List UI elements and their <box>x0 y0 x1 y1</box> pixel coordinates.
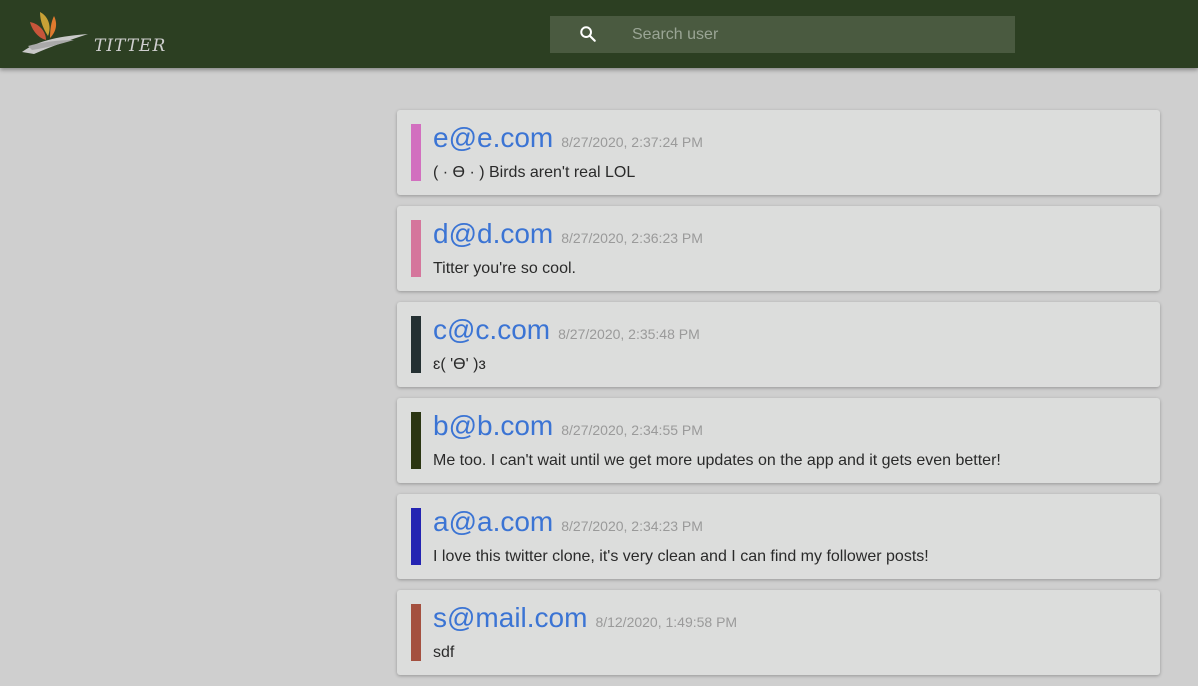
post-card: e@e.com 8/27/2020, 2:37:24 PM ( · ϴ · ) B… <box>397 110 1160 195</box>
top-bar: TITTER <box>0 0 1198 68</box>
post-username[interactable]: e@e.com <box>433 122 553 153</box>
post-username[interactable]: c@c.com <box>433 314 550 345</box>
post-username[interactable]: d@d.com <box>433 218 553 249</box>
titter-logo[interactable]: TITTER <box>18 6 168 62</box>
post-card: b@b.com 8/27/2020, 2:34:55 PM Me too. I c… <box>397 398 1160 483</box>
post-username[interactable]: b@b.com <box>433 410 553 441</box>
search-input[interactable] <box>632 16 1002 53</box>
post-timestamp: 8/27/2020, 2:37:24 PM <box>561 134 703 150</box>
post-timestamp: 8/27/2020, 2:34:55 PM <box>561 422 703 438</box>
post-card: a@a.com 8/27/2020, 2:34:23 PM I love this… <box>397 494 1160 579</box>
post-color-bar <box>411 124 421 181</box>
post-card: d@d.com 8/27/2020, 2:36:23 PM Titter you'… <box>397 206 1160 291</box>
search-icon <box>580 26 596 42</box>
post-color-bar <box>411 316 421 373</box>
post-username[interactable]: s@mail.com <box>433 602 587 633</box>
post-color-bar <box>411 412 421 469</box>
post-timestamp: 8/27/2020, 2:34:23 PM <box>561 518 703 534</box>
post-timestamp: 8/12/2020, 1:49:58 PM <box>595 614 738 630</box>
post-color-bar <box>411 604 421 661</box>
post-timestamp: 8/27/2020, 2:35:48 PM <box>558 326 700 342</box>
post-color-bar <box>411 220 421 277</box>
post-color-bar <box>411 508 421 565</box>
logo-text: TITTER <box>94 36 167 56</box>
post-text: ɛ( 'ϴ' )ɜ <box>433 356 486 373</box>
post-card: s@mail.com 8/12/2020, 1:49:58 PM sdf <box>397 590 1160 675</box>
search-box[interactable] <box>550 16 1015 53</box>
bird-logo-icon <box>22 12 88 54</box>
post-timestamp: 8/27/2020, 2:36:23 PM <box>561 230 703 246</box>
post-feed: e@e.com 8/27/2020, 2:37:24 PM ( · ϴ · ) B… <box>397 110 1160 686</box>
post-text: Me too. I can't wait until we get more u… <box>433 452 1001 469</box>
post-text: ( · ϴ · ) Birds aren't real LOL <box>433 164 636 181</box>
post-username[interactable]: a@a.com <box>433 506 553 537</box>
post-text: Titter you're so cool. <box>433 260 576 277</box>
post-text: sdf <box>433 644 455 661</box>
post-text: I love this twitter clone, it's very cle… <box>433 548 929 565</box>
post-card: c@c.com 8/27/2020, 2:35:48 PM ɛ( 'ϴ' )ɜ <box>397 302 1160 387</box>
